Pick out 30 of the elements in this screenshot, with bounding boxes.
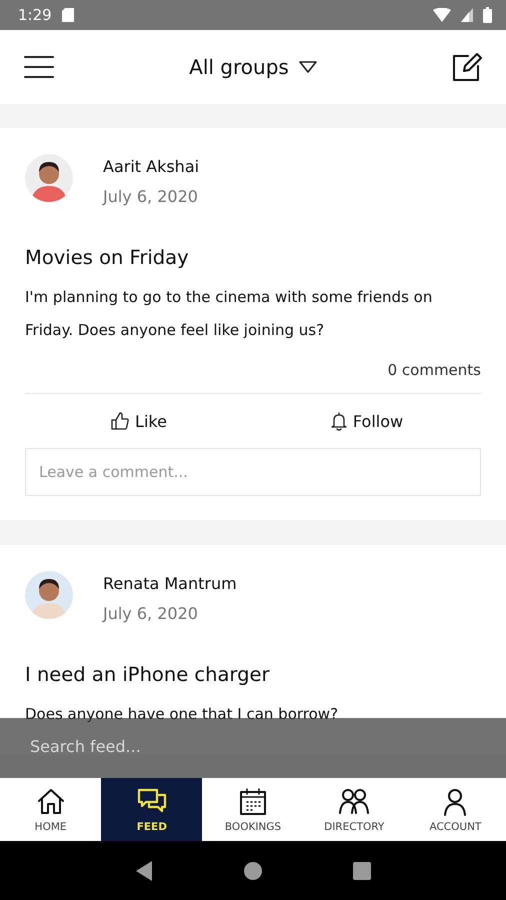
nav-tab[interactable]: FEED <box>101 778 202 841</box>
post-title: Movies on Friday <box>25 246 190 269</box>
comment-field[interactable]: Leave a comment... <box>25 448 481 496</box>
post-date: July 6, 2020 <box>103 604 199 623</box>
recents-icon[interactable] <box>352 860 372 880</box>
menu-icon[interactable] <box>24 55 54 79</box>
post-text: I'm planning to go to the cinema with some friends on Friday. Does anyone feel like joining us? <box>25 287 434 341</box>
house-icon <box>36 786 66 816</box>
compose-icon[interactable] <box>452 52 482 82</box>
clock-time: 1:29 <box>18 6 52 24</box>
comment-count[interactable]: 0 comments <box>25 361 481 379</box>
author-name[interactable]: Renata Mantrum <box>103 574 237 593</box>
follow-button[interactable]: Follow <box>326 408 408 434</box>
post-date: July 6, 2020 <box>103 187 199 206</box>
group-title: All groups <box>189 55 289 79</box>
dropdown-caret-icon[interactable] <box>298 61 317 73</box>
search-field[interactable]: Search feed... <box>30 737 250 756</box>
thumbs-up-icon <box>111 412 130 430</box>
back-icon[interactable] <box>134 860 154 882</box>
wifi-icon <box>433 8 451 22</box>
author-name[interactable]: Aarit Akshai <box>103 157 200 176</box>
like-button[interactable]: Like <box>107 408 171 434</box>
battery-icon <box>483 7 492 23</box>
calendar-icon <box>238 786 268 816</box>
post-title: I need an iPhone charger <box>25 663 271 686</box>
bell-icon <box>330 412 347 430</box>
people-icon <box>339 786 370 816</box>
sd-card-icon <box>62 8 74 22</box>
signal-icon <box>461 8 473 22</box>
home-button-icon[interactable] <box>242 860 263 880</box>
